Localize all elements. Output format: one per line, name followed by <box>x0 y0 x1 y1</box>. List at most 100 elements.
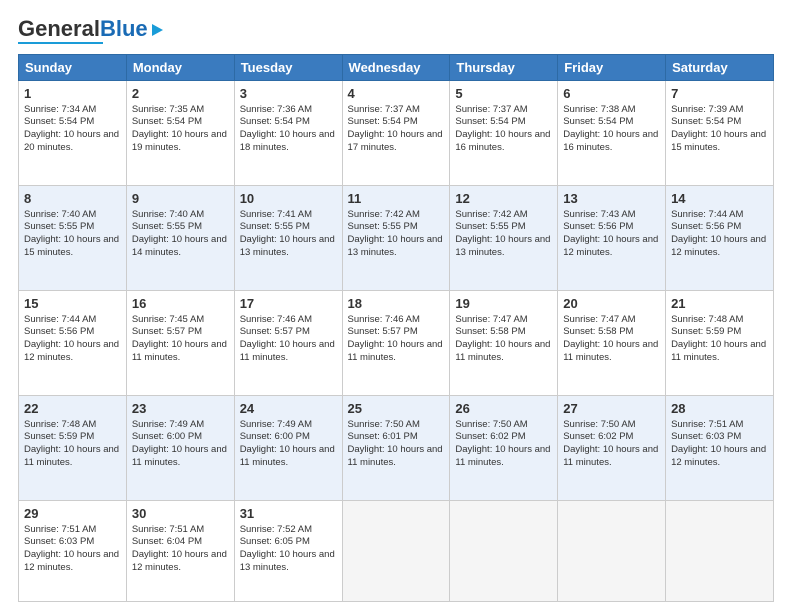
day-number: 30 <box>132 505 229 523</box>
calendar-cell: 31Sunrise: 7:52 AMSunset: 6:05 PMDayligh… <box>234 501 342 602</box>
day-number: 3 <box>240 85 337 103</box>
daylight-text: Daylight: 10 hours and 12 minutes. <box>563 234 658 258</box>
calendar-cell: 10Sunrise: 7:41 AMSunset: 5:55 PMDayligh… <box>234 186 342 291</box>
calendar-cell: 22Sunrise: 7:48 AMSunset: 5:59 PMDayligh… <box>19 396 127 501</box>
day-number: 29 <box>24 505 121 523</box>
logo: GeneralBlue <box>18 18 163 44</box>
calendar-table: SundayMondayTuesdayWednesdayThursdayFrid… <box>18 54 774 602</box>
day-number: 8 <box>24 190 121 208</box>
daylight-text: Daylight: 10 hours and 20 minutes. <box>24 129 119 153</box>
sunset-text: Sunset: 6:00 PM <box>132 431 202 442</box>
sunrise-text: Sunrise: 7:47 AM <box>455 314 527 325</box>
sunrise-text: Sunrise: 7:39 AM <box>671 104 743 115</box>
calendar-cell: 9Sunrise: 7:40 AMSunset: 5:55 PMDaylight… <box>126 186 234 291</box>
sunrise-text: Sunrise: 7:41 AM <box>240 209 312 220</box>
daylight-text: Daylight: 10 hours and 12 minutes. <box>671 444 766 468</box>
daylight-text: Daylight: 10 hours and 11 minutes. <box>348 339 443 363</box>
daylight-text: Daylight: 10 hours and 15 minutes. <box>671 129 766 153</box>
calendar-cell: 25Sunrise: 7:50 AMSunset: 6:01 PM Dayligh… <box>342 396 450 501</box>
day-number: 24 <box>240 400 337 418</box>
calendar-cell: 8Sunrise: 7:40 AMSunset: 5:55 PMDaylight… <box>19 186 127 291</box>
daylight-text: Daylight: 10 hours and 18 minutes. <box>240 129 335 153</box>
day-number: 26 <box>455 400 552 418</box>
sunset-text: Sunset: 6:02 PM <box>563 431 633 442</box>
week-row-1: 1Sunrise: 7:34 AMSunset: 5:54 PMDaylight… <box>19 81 774 186</box>
sunset-text: Sunset: 5:57 PM <box>240 326 310 337</box>
calendar-cell: 26Sunrise: 7:50 AMSunset: 6:02 PMDayligh… <box>450 396 558 501</box>
week-row-3: 15Sunrise: 7:44 AMSunset: 5:56 PMDayligh… <box>19 291 774 396</box>
calendar-cell <box>450 501 558 602</box>
daylight-text: Daylight: 10 hours and 16 minutes. <box>563 129 658 153</box>
sunrise-text: Sunrise: 7:44 AM <box>24 314 96 325</box>
day-number: 28 <box>671 400 768 418</box>
day-number: 17 <box>240 295 337 313</box>
sunrise-text: Sunrise: 7:50 AM <box>563 419 635 430</box>
col-header-friday: Friday <box>558 55 666 81</box>
sunset-text: Sunset: 5:59 PM <box>671 326 741 337</box>
calendar-cell: 5Sunrise: 7:37 AMSunset: 5:54 PMDaylight… <box>450 81 558 186</box>
calendar-cell <box>666 501 774 602</box>
day-number: 18 <box>348 295 445 313</box>
calendar-cell: 23Sunrise: 7:49 AMSunset: 6:00 PMDayligh… <box>126 396 234 501</box>
calendar-cell: 18Sunrise: 7:46 AMSunset: 5:57 PMDayligh… <box>342 291 450 396</box>
col-header-thursday: Thursday <box>450 55 558 81</box>
sunset-text: Sunset: 6:01 PM <box>348 431 418 442</box>
sunrise-text: Sunrise: 7:52 AM <box>240 524 312 535</box>
sunrise-text: Sunrise: 7:42 AM <box>455 209 527 220</box>
sunrise-text: Sunrise: 7:51 AM <box>24 524 96 535</box>
calendar-cell: 24Sunrise: 7:49 AMSunset: 6:00 PMDayligh… <box>234 396 342 501</box>
day-number: 15 <box>24 295 121 313</box>
day-number: 12 <box>455 190 552 208</box>
daylight-text: Daylight: 10 hours and 13 minutes. <box>455 234 550 258</box>
calendar-cell: 28Sunrise: 7:51 AMSunset: 6:03 PMDayligh… <box>666 396 774 501</box>
daylight-text: Daylight: 10 hours and 11 minutes. <box>563 444 658 468</box>
calendar-cell <box>342 501 450 602</box>
calendar-cell: 30Sunrise: 7:51 AMSunset: 6:04 PMDayligh… <box>126 501 234 602</box>
col-header-wednesday: Wednesday <box>342 55 450 81</box>
calendar-header-row: SundayMondayTuesdayWednesdayThursdayFrid… <box>19 55 774 81</box>
daylight-text: Daylight: 10 hours and 17 minutes. <box>348 129 443 153</box>
sunset-text: Sunset: 5:57 PM <box>132 326 202 337</box>
sunrise-text: Sunrise: 7:36 AM <box>240 104 312 115</box>
calendar-cell: 11Sunrise: 7:42 AMSunset: 5:55 PMDayligh… <box>342 186 450 291</box>
sunrise-text: Sunrise: 7:43 AM <box>563 209 635 220</box>
calendar-cell: 2Sunrise: 7:35 AMSunset: 5:54 PMDaylight… <box>126 81 234 186</box>
day-number: 25 <box>348 400 445 418</box>
daylight-text: Daylight: 10 hours and 11 minutes. <box>348 444 443 468</box>
sunrise-text: Sunrise: 7:49 AM <box>240 419 312 430</box>
sunset-text: Sunset: 5:56 PM <box>563 221 633 232</box>
day-number: 5 <box>455 85 552 103</box>
calendar-cell: 21Sunrise: 7:48 AMSunset: 5:59 PMDayligh… <box>666 291 774 396</box>
daylight-text: Daylight: 10 hours and 13 minutes. <box>348 234 443 258</box>
day-number: 11 <box>348 190 445 208</box>
daylight-text: Daylight: 10 hours and 15 minutes. <box>24 234 119 258</box>
sunrise-text: Sunrise: 7:35 AM <box>132 104 204 115</box>
daylight-text: Daylight: 10 hours and 12 minutes. <box>671 234 766 258</box>
sunrise-text: Sunrise: 7:46 AM <box>348 314 420 325</box>
sunset-text: Sunset: 6:04 PM <box>132 536 202 547</box>
day-number: 16 <box>132 295 229 313</box>
sunrise-text: Sunrise: 7:45 AM <box>132 314 204 325</box>
day-number: 21 <box>671 295 768 313</box>
sunset-text: Sunset: 5:55 PM <box>132 221 202 232</box>
day-number: 1 <box>24 85 121 103</box>
sunset-text: Sunset: 6:02 PM <box>455 431 525 442</box>
calendar-cell: 27Sunrise: 7:50 AMSunset: 6:02 PMDayligh… <box>558 396 666 501</box>
day-number: 23 <box>132 400 229 418</box>
daylight-text: Daylight: 10 hours and 19 minutes. <box>132 129 227 153</box>
sunrise-text: Sunrise: 7:48 AM <box>671 314 743 325</box>
daylight-text: Daylight: 10 hours and 11 minutes. <box>132 444 227 468</box>
sunset-text: Sunset: 5:55 PM <box>455 221 525 232</box>
calendar-cell: 12Sunrise: 7:42 AMSunset: 5:55 PM Dayligh… <box>450 186 558 291</box>
day-number: 20 <box>563 295 660 313</box>
week-row-4: 22Sunrise: 7:48 AMSunset: 5:59 PMDayligh… <box>19 396 774 501</box>
calendar-cell: 4Sunrise: 7:37 AMSunset: 5:54 PMDaylight… <box>342 81 450 186</box>
sunset-text: Sunset: 5:54 PM <box>671 116 741 127</box>
sunset-text: Sunset: 5:54 PM <box>348 116 418 127</box>
col-header-tuesday: Tuesday <box>234 55 342 81</box>
daylight-text: Daylight: 10 hours and 12 minutes. <box>132 549 227 573</box>
calendar-cell: 6Sunrise: 7:38 AMSunset: 5:54 PMDaylight… <box>558 81 666 186</box>
calendar-cell: 16Sunrise: 7:45 AMSunset: 5:57 PMDayligh… <box>126 291 234 396</box>
sunrise-text: Sunrise: 7:50 AM <box>348 419 420 430</box>
daylight-text: Daylight: 10 hours and 11 minutes. <box>563 339 658 363</box>
